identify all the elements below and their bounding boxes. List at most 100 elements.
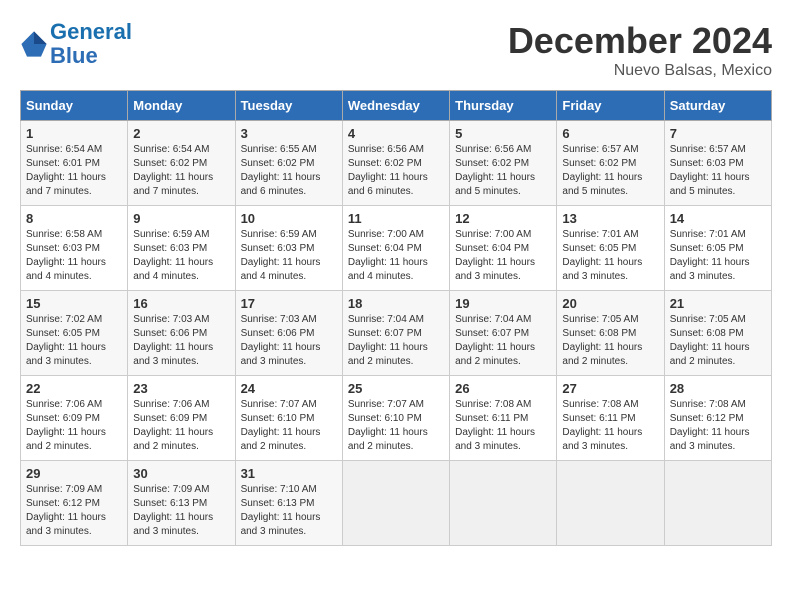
title-block: December 2024 Nuevo Balsas, Mexico xyxy=(508,20,772,80)
day-info: Sunrise: 7:00 AMSunset: 6:04 PMDaylight:… xyxy=(455,228,551,284)
day-header-sunday: Sunday xyxy=(21,91,128,121)
calendar-cell: 10 Sunrise: 6:59 AMSunset: 6:03 PMDayligh… xyxy=(235,206,342,291)
day-number: 1 xyxy=(26,126,122,141)
day-number: 8 xyxy=(26,211,122,226)
month-title: December 2024 xyxy=(508,20,772,62)
calendar-cell: 12Sunrise: 7:00 AMSunset: 6:04 PMDayligh… xyxy=(450,206,557,291)
calendar-cell: 17 Sunrise: 7:03 AMSunset: 6:06 PMDayligh… xyxy=(235,291,342,376)
day-info: Sunrise: 7:04 AMSunset: 6:07 PMDaylight:… xyxy=(455,313,551,369)
calendar-cell: 11 Sunrise: 7:00 AMSunset: 6:04 PMDayligh… xyxy=(342,206,449,291)
day-info: Sunrise: 7:09 AMSunset: 6:13 PMDaylight:… xyxy=(133,483,229,539)
day-number: 27 xyxy=(562,381,658,396)
day-info: Sunrise: 7:05 AMSunset: 6:08 PMDaylight:… xyxy=(670,313,766,369)
calendar-cell: 23 Sunrise: 7:06 AMSunset: 6:09 PMDayligh… xyxy=(128,376,235,461)
day-info: Sunrise: 6:54 AMSunset: 6:01 PMDaylight:… xyxy=(26,143,122,199)
calendar-cell: 27 Sunrise: 7:08 AMSunset: 6:11 PMDayligh… xyxy=(557,376,664,461)
calendar-cell: 15Sunrise: 7:02 AMSunset: 6:05 PMDayligh… xyxy=(21,291,128,376)
calendar-cell: 1 Sunrise: 6:54 AMSunset: 6:01 PMDaylight… xyxy=(21,121,128,206)
day-number: 20 xyxy=(562,296,658,311)
day-info: Sunrise: 7:08 AMSunset: 6:12 PMDaylight:… xyxy=(670,398,766,454)
day-number: 6 xyxy=(562,126,658,141)
calendar-week-3: 15Sunrise: 7:02 AMSunset: 6:05 PMDayligh… xyxy=(21,291,772,376)
calendar-week-2: 8 Sunrise: 6:58 AMSunset: 6:03 PMDaylight… xyxy=(21,206,772,291)
day-info: Sunrise: 6:57 AMSunset: 6:03 PMDaylight:… xyxy=(670,143,766,199)
day-info: Sunrise: 7:09 AMSunset: 6:12 PMDaylight:… xyxy=(26,483,122,539)
calendar-cell: 18Sunrise: 7:04 AMSunset: 6:07 PMDayligh… xyxy=(342,291,449,376)
day-info: Sunrise: 7:07 AMSunset: 6:10 PMDaylight:… xyxy=(348,398,444,454)
day-info: Sunrise: 7:02 AMSunset: 6:05 PMDaylight:… xyxy=(26,313,122,369)
day-number: 4 xyxy=(348,126,444,141)
day-info: Sunrise: 7:01 AMSunset: 6:05 PMDaylight:… xyxy=(562,228,658,284)
day-number: 3 xyxy=(241,126,337,141)
day-number: 22 xyxy=(26,381,122,396)
day-number: 2 xyxy=(133,126,229,141)
day-number: 10 xyxy=(241,211,337,226)
calendar-cell: 5 Sunrise: 6:56 AMSunset: 6:02 PMDaylight… xyxy=(450,121,557,206)
day-number: 17 xyxy=(241,296,337,311)
day-info: Sunrise: 7:10 AMSunset: 6:13 PMDaylight:… xyxy=(241,483,337,539)
day-info: Sunrise: 6:56 AMSunset: 6:02 PMDaylight:… xyxy=(455,143,551,199)
calendar-cell: 3 Sunrise: 6:55 AMSunset: 6:02 PMDaylight… xyxy=(235,121,342,206)
day-header-tuesday: Tuesday xyxy=(235,91,342,121)
day-number: 29 xyxy=(26,466,122,481)
day-header-thursday: Thursday xyxy=(450,91,557,121)
calendar-cell xyxy=(557,461,664,546)
day-info: Sunrise: 7:01 AMSunset: 6:05 PMDaylight:… xyxy=(670,228,766,284)
calendar-cell: 31 Sunrise: 7:10 AMSunset: 6:13 PMDayligh… xyxy=(235,461,342,546)
day-number: 16 xyxy=(133,296,229,311)
day-info: Sunrise: 7:06 AMSunset: 6:09 PMDaylight:… xyxy=(26,398,122,454)
day-info: Sunrise: 7:08 AMSunset: 6:11 PMDaylight:… xyxy=(562,398,658,454)
calendar-cell: 6 Sunrise: 6:57 AMSunset: 6:02 PMDaylight… xyxy=(557,121,664,206)
calendar-cell: 24 Sunrise: 7:07 AMSunset: 6:10 PMDayligh… xyxy=(235,376,342,461)
calendar-cell: 30Sunrise: 7:09 AMSunset: 6:13 PMDayligh… xyxy=(128,461,235,546)
day-header-wednesday: Wednesday xyxy=(342,91,449,121)
day-info: Sunrise: 7:07 AMSunset: 6:10 PMDaylight:… xyxy=(241,398,337,454)
day-info: Sunrise: 7:06 AMSunset: 6:09 PMDaylight:… xyxy=(133,398,229,454)
day-number: 21 xyxy=(670,296,766,311)
calendar-cell: 28 Sunrise: 7:08 AMSunset: 6:12 PMDayligh… xyxy=(664,376,771,461)
calendar-cell: 20Sunrise: 7:05 AMSunset: 6:08 PMDayligh… xyxy=(557,291,664,376)
day-number: 5 xyxy=(455,126,551,141)
day-info: Sunrise: 6:56 AMSunset: 6:02 PMDaylight:… xyxy=(348,143,444,199)
calendar-cell xyxy=(450,461,557,546)
day-header-monday: Monday xyxy=(128,91,235,121)
day-info: Sunrise: 7:08 AMSunset: 6:11 PMDaylight:… xyxy=(455,398,551,454)
day-info: Sunrise: 6:55 AMSunset: 6:02 PMDaylight:… xyxy=(241,143,337,199)
day-number: 31 xyxy=(241,466,337,481)
day-number: 14 xyxy=(670,211,766,226)
day-number: 11 xyxy=(348,211,444,226)
calendar-cell: 19 Sunrise: 7:04 AMSunset: 6:07 PMDayligh… xyxy=(450,291,557,376)
calendar-cell: 29 Sunrise: 7:09 AMSunset: 6:12 PMDayligh… xyxy=(21,461,128,546)
day-info: Sunrise: 6:59 AMSunset: 6:03 PMDaylight:… xyxy=(241,228,337,284)
calendar-cell: 9 Sunrise: 6:59 AMSunset: 6:03 PMDaylight… xyxy=(128,206,235,291)
day-info: Sunrise: 7:03 AMSunset: 6:06 PMDaylight:… xyxy=(241,313,337,369)
calendar-week-1: 1 Sunrise: 6:54 AMSunset: 6:01 PMDaylight… xyxy=(21,121,772,206)
day-info: Sunrise: 6:57 AMSunset: 6:02 PMDaylight:… xyxy=(562,143,658,199)
calendar-cell: 21 Sunrise: 7:05 AMSunset: 6:08 PMDayligh… xyxy=(664,291,771,376)
logo-text: General Blue xyxy=(50,20,132,68)
day-number: 28 xyxy=(670,381,766,396)
day-info: Sunrise: 7:04 AMSunset: 6:07 PMDaylight:… xyxy=(348,313,444,369)
calendar-week-4: 22 Sunrise: 7:06 AMSunset: 6:09 PMDayligh… xyxy=(21,376,772,461)
day-number: 25 xyxy=(348,381,444,396)
calendar-cell: 2Sunrise: 6:54 AMSunset: 6:02 PMDaylight… xyxy=(128,121,235,206)
day-info: Sunrise: 6:58 AMSunset: 6:03 PMDaylight:… xyxy=(26,228,122,284)
calendar-week-5: 29 Sunrise: 7:09 AMSunset: 6:12 PMDayligh… xyxy=(21,461,772,546)
calendar-cell: 13Sunrise: 7:01 AMSunset: 6:05 PMDayligh… xyxy=(557,206,664,291)
calendar-table: SundayMondayTuesdayWednesdayThursdayFrid… xyxy=(20,90,772,546)
calendar-cell xyxy=(342,461,449,546)
day-number: 23 xyxy=(133,381,229,396)
calendar-cell: 8 Sunrise: 6:58 AMSunset: 6:03 PMDaylight… xyxy=(21,206,128,291)
calendar-cell: 14 Sunrise: 7:01 AMSunset: 6:05 PMDayligh… xyxy=(664,206,771,291)
day-number: 19 xyxy=(455,296,551,311)
location: Nuevo Balsas, Mexico xyxy=(508,62,772,80)
day-header-saturday: Saturday xyxy=(664,91,771,121)
day-number: 9 xyxy=(133,211,229,226)
calendar-cell: 7Sunrise: 6:57 AMSunset: 6:03 PMDaylight… xyxy=(664,121,771,206)
calendar-cell: 25 Sunrise: 7:07 AMSunset: 6:10 PMDayligh… xyxy=(342,376,449,461)
page-header: General Blue December 2024 Nuevo Balsas,… xyxy=(20,20,772,80)
day-number: 24 xyxy=(241,381,337,396)
day-info: Sunrise: 6:59 AMSunset: 6:03 PMDaylight:… xyxy=(133,228,229,284)
day-info: Sunrise: 7:00 AMSunset: 6:04 PMDaylight:… xyxy=(348,228,444,284)
day-number: 26 xyxy=(455,381,551,396)
